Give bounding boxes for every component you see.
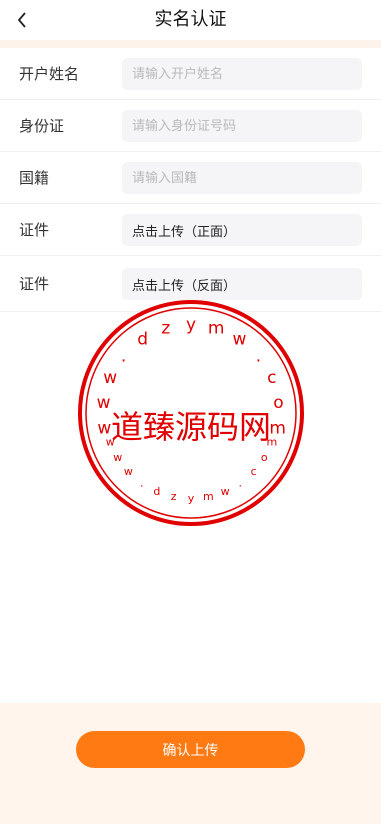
watermark-bottom-char-3: . bbox=[140, 476, 144, 489]
watermark-bottom-char-4: d bbox=[153, 485, 160, 498]
id-card-label: 身份证 bbox=[19, 117, 65, 135]
id-card-row: 身份证 bbox=[0, 100, 381, 152]
watermark-bottom-char-10: c bbox=[251, 465, 257, 478]
doc-front-label: 证件 bbox=[19, 221, 50, 239]
nationality-input[interactable] bbox=[122, 162, 362, 194]
name-input[interactable] bbox=[122, 58, 362, 90]
top-bar: 实名认证 bbox=[0, 0, 381, 40]
doc-front-row: 证件 点击上传（正面） bbox=[0, 204, 381, 256]
watermark-top-char-6: y bbox=[186, 315, 196, 335]
watermark-bottom-char-2: w bbox=[124, 465, 133, 478]
watermark-center-text: 道臻源码网 bbox=[111, 408, 271, 446]
nationality-label: 国籍 bbox=[19, 169, 50, 187]
watermark-top-char-2: w bbox=[103, 368, 117, 388]
watermark-top-char-9: . bbox=[256, 346, 261, 366]
watermark-bottom-char-7: m bbox=[203, 490, 214, 503]
watermark-top-char-1: w bbox=[97, 393, 111, 413]
watermark-bottom-char-8: w bbox=[221, 485, 230, 498]
upload-front-button[interactable]: 点击上传（正面） bbox=[122, 214, 362, 246]
watermark-bottom-char-9: . bbox=[239, 476, 243, 489]
watermark-bottom-char-12: m bbox=[266, 435, 277, 448]
watermark-top-char-3: . bbox=[121, 346, 126, 366]
doc-back-label: 证件 bbox=[19, 275, 50, 293]
watermark-bottom-char-1: w bbox=[113, 451, 122, 464]
watermark-top-char-10: c bbox=[267, 368, 276, 388]
watermark-bottom-char-11: o bbox=[261, 451, 268, 464]
watermark-top-char-8: w bbox=[232, 330, 246, 350]
upload-back-button[interactable]: 点击上传（反面） bbox=[122, 268, 362, 300]
name-label: 开户姓名 bbox=[19, 65, 80, 83]
name-row: 开户姓名 bbox=[0, 48, 381, 100]
watermark-top-char-11: o bbox=[273, 393, 283, 413]
id-card-input[interactable] bbox=[122, 110, 362, 142]
nationality-row: 国籍 bbox=[0, 152, 381, 204]
watermark-stamp: 道臻源码网 www.dz y mw.com www.d z y m w.com bbox=[78, 300, 304, 526]
verification-form: 开户姓名 身份证 国籍 证件 点击上传（正面） 证件 点击上传（反面） bbox=[0, 48, 381, 312]
watermark-bottom-char-6: y bbox=[188, 492, 195, 505]
watermark-bottom-char-5: z bbox=[171, 490, 177, 503]
watermark-bottom-char-0: w bbox=[106, 435, 115, 448]
watermark-top-char-4: d bbox=[137, 330, 148, 350]
page-title: 实名认证 bbox=[154, 9, 227, 30]
header-divider bbox=[0, 40, 381, 48]
watermark-top-char-7: m bbox=[208, 319, 225, 339]
watermark-top-char-5: z bbox=[161, 319, 170, 339]
confirm-upload-button[interactable]: 确认上传 bbox=[76, 731, 305, 768]
